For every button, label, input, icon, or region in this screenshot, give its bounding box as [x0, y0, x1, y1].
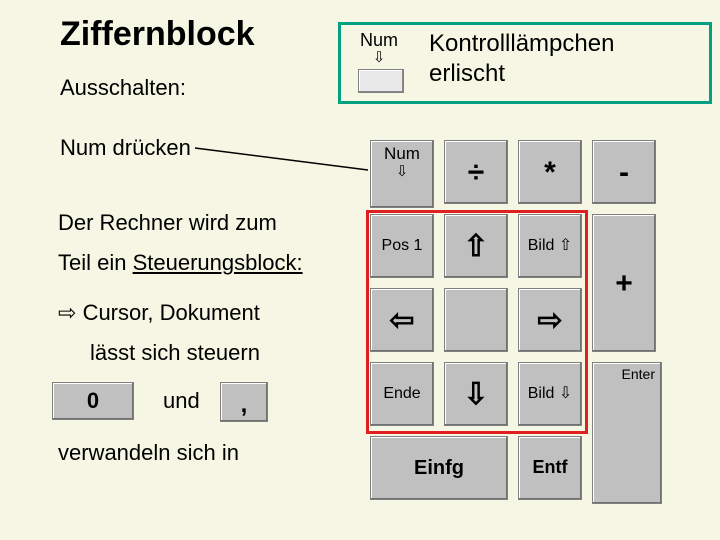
key-einfg: Einfg — [370, 436, 508, 500]
indicator-num-label: Num ⇩ — [360, 30, 398, 65]
arrow-down-icon: ⇩ — [360, 51, 398, 65]
text-und: und — [163, 388, 200, 414]
text-verwandeln: verwandeln sich in — [58, 440, 239, 466]
key-minus: - — [592, 140, 656, 204]
key-down: ⇩ — [444, 362, 508, 426]
text-cursor-doc: ⇨ Cursor, Dokument — [58, 300, 260, 326]
numeric-keypad: Num⇩ ÷ * - Pos 1 ⇧ Bild ⇧ + ⇦ ⇨ Ende ⇩ B… — [370, 140, 700, 500]
key-left: ⇦ — [370, 288, 434, 352]
key-plus: + — [592, 214, 656, 352]
text-ausschalten: Ausschalten: — [60, 75, 186, 101]
indicator-message: Kontrolllämpchen erlischt — [429, 29, 614, 89]
indicator-led — [358, 69, 404, 93]
key-right: ⇨ — [518, 288, 582, 352]
text-teil-ein: Teil ein Steuerungsblock: — [58, 250, 303, 276]
text-rechner: Der Rechner wird zum — [58, 210, 277, 236]
arrow-right-icon: ⇨ — [58, 300, 76, 325]
key-up: ⇧ — [444, 214, 508, 278]
key-pos1: Pos 1 — [370, 214, 434, 278]
key-ende: Ende — [370, 362, 434, 426]
key-center-blank — [444, 288, 508, 352]
key-divide: ÷ — [444, 140, 508, 204]
key-bild-up: Bild ⇧ — [518, 214, 582, 278]
text-laesst: lässt sich steuern — [90, 340, 260, 366]
key-comma-inline: , — [220, 382, 268, 422]
arrow-down-icon: ⇩ — [396, 164, 409, 181]
key-numlock: Num⇩ — [370, 140, 434, 208]
key-enter: Enter — [592, 362, 662, 504]
text-num-druecken: Num drücken — [60, 135, 191, 161]
page-title: Ziffernblock — [60, 15, 255, 54]
indicator-box: Num ⇩ Kontrolllämpchen erlischt — [338, 22, 712, 104]
key-multiply: * — [518, 140, 582, 204]
key-entf: Entf — [518, 436, 582, 500]
key-bild-down: Bild ⇩ — [518, 362, 582, 426]
key-zero-inline: 0 — [52, 382, 134, 420]
